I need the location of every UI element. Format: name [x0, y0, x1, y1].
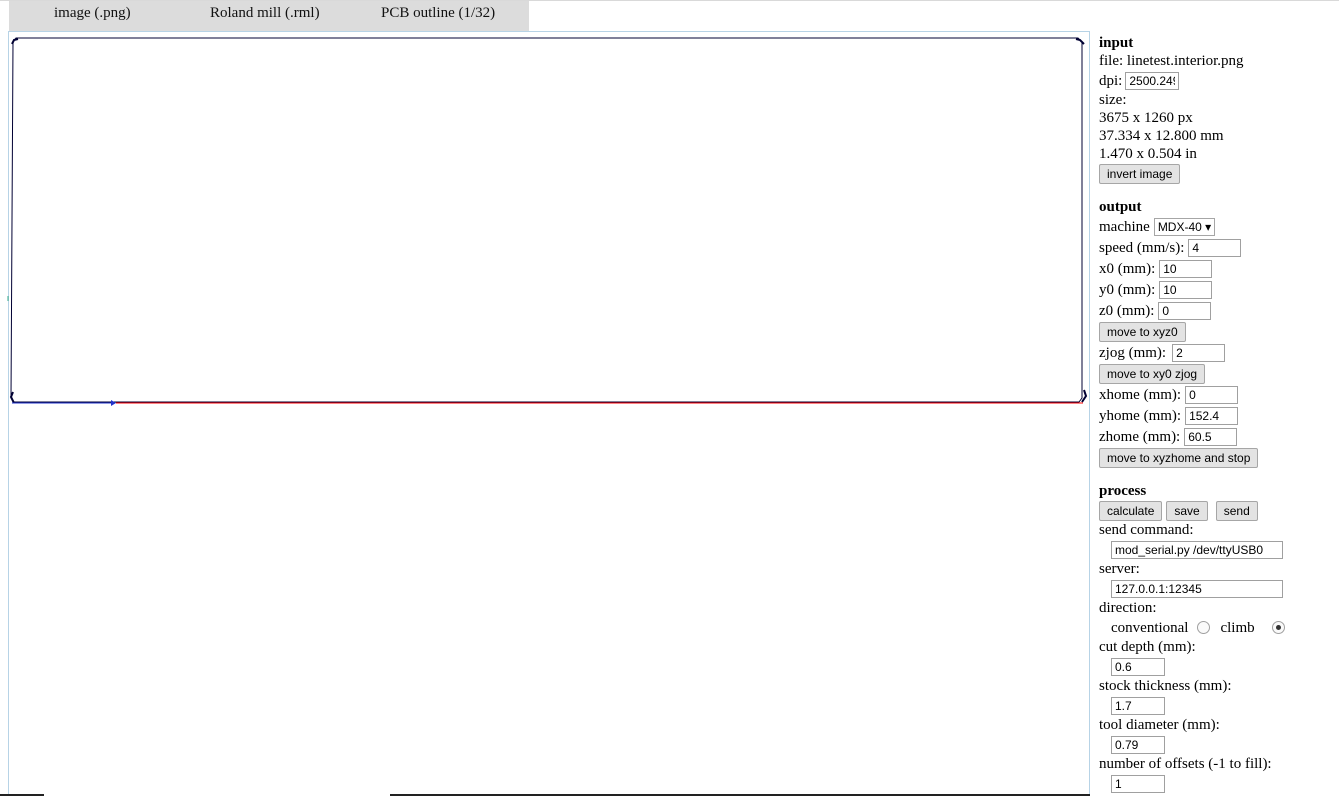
input-section-title: input — [1099, 35, 1134, 51]
input-file-line: file: linetest.interior.png — [1099, 53, 1244, 69]
stock-thickness-label: stock thickness (mm): — [1099, 678, 1232, 694]
y0-row: y0 (mm): — [1099, 279, 1335, 300]
y0-label: y0 (mm): — [1099, 281, 1156, 298]
size-px: 3675 x 1260 px — [1099, 110, 1193, 126]
move-path-arrow — [12, 400, 116, 406]
z0-label: z0 (mm): — [1099, 302, 1155, 319]
conventional-label: conventional — [1111, 619, 1189, 636]
z0-input[interactable] — [1158, 301, 1212, 320]
x0-label: x0 (mm): — [1099, 260, 1156, 277]
dpi-input[interactable] — [1125, 71, 1180, 90]
settings-panel: input file: linetest.interior.png dpi: s… — [1099, 34, 1335, 794]
direction-label: direction: — [1099, 600, 1157, 616]
zhome-row: zhome (mm): — [1099, 426, 1335, 447]
speed-row: speed (mm/s): — [1099, 237, 1335, 258]
xhome-label: xhome (mm): — [1099, 386, 1182, 403]
conventional-radio[interactable] — [1197, 621, 1211, 634]
tool-diameter-input[interactable] — [1111, 735, 1165, 754]
size-label: size: — [1099, 92, 1127, 108]
machine-select[interactable]: MDX-40 ▾ — [1153, 217, 1216, 236]
toolpath-canvas[interactable] — [0, 30, 1092, 410]
zhome-label: zhome (mm): — [1099, 428, 1181, 445]
process-section-title: process — [1099, 483, 1147, 499]
zjog-label: zjog (mm): — [1099, 344, 1167, 361]
yhome-row: yhome (mm): — [1099, 405, 1335, 426]
move-to-xyz0-button[interactable]: move to xyz0 — [1099, 321, 1186, 342]
process-buttons-row: calculate save send — [1099, 500, 1335, 521]
invert-image-button[interactable]: invert image — [1099, 163, 1181, 184]
tab-bar: image (.png) Roland mill (.rml) PCB outl… — [9, 1, 529, 31]
yhome-label: yhome (mm): — [1099, 407, 1182, 424]
speed-label: speed (mm/s): — [1099, 239, 1185, 256]
zjog-input[interactable] — [1172, 343, 1226, 362]
size-mm: 37.334 x 12.800 mm — [1099, 128, 1224, 144]
server-input[interactable] — [1111, 579, 1283, 598]
offsets-label: number of offsets (-1 to fill): — [1099, 756, 1272, 772]
stock-thickness-input[interactable] — [1111, 696, 1165, 715]
x0-input[interactable] — [1159, 259, 1213, 278]
tab-pcb-outline[interactable]: PCB outline (1/32) — [381, 5, 495, 22]
y0-input[interactable] — [1159, 280, 1213, 299]
tab-image-png[interactable]: image (.png) — [54, 5, 131, 22]
cut-depth-input[interactable] — [1111, 657, 1165, 676]
calculate-button[interactable]: calculate — [1099, 500, 1163, 521]
save-button[interactable]: save — [1166, 500, 1208, 521]
offsets-input[interactable] — [1111, 774, 1165, 793]
move-to-xyzhome-button[interactable]: move to xyzhome and stop — [1099, 447, 1259, 468]
send-command-input[interactable] — [1111, 540, 1283, 559]
dpi-label: dpi: — [1099, 72, 1123, 89]
server-label: server: — [1099, 561, 1140, 577]
xhome-row: xhome (mm): — [1099, 384, 1335, 405]
yhome-input[interactable] — [1185, 406, 1239, 425]
zhome-input[interactable] — [1184, 427, 1238, 446]
x0-row: x0 (mm): — [1099, 258, 1335, 279]
cut-depth-label: cut depth (mm): — [1099, 639, 1196, 655]
zjog-row: zjog (mm): — [1099, 342, 1335, 363]
machine-row: machine MDX-40 ▾ — [1099, 216, 1335, 237]
xhome-input[interactable] — [1185, 385, 1239, 404]
climb-radio[interactable] — [1271, 621, 1285, 634]
move-to-xy0-zjog-button[interactable]: move to xy0 zjog — [1099, 363, 1206, 384]
send-button[interactable]: send — [1215, 500, 1258, 521]
z0-row: z0 (mm): — [1099, 300, 1335, 321]
size-in: 1.470 x 0.504 in — [1099, 146, 1197, 162]
climb-label: climb — [1220, 619, 1255, 636]
speed-input[interactable] — [1188, 238, 1242, 257]
send-command-label: send command: — [1099, 522, 1194, 538]
output-section-title: output — [1099, 199, 1142, 215]
machine-label: machine — [1099, 218, 1150, 235]
toolpath-outline — [9, 37, 1088, 404]
dpi-row: dpi: — [1099, 70, 1335, 91]
direction-row: conventional climb — [1099, 617, 1335, 638]
tool-diameter-label: tool diameter (mm): — [1099, 717, 1220, 733]
tab-roland-mill-rml[interactable]: Roland mill (.rml) — [210, 5, 320, 22]
